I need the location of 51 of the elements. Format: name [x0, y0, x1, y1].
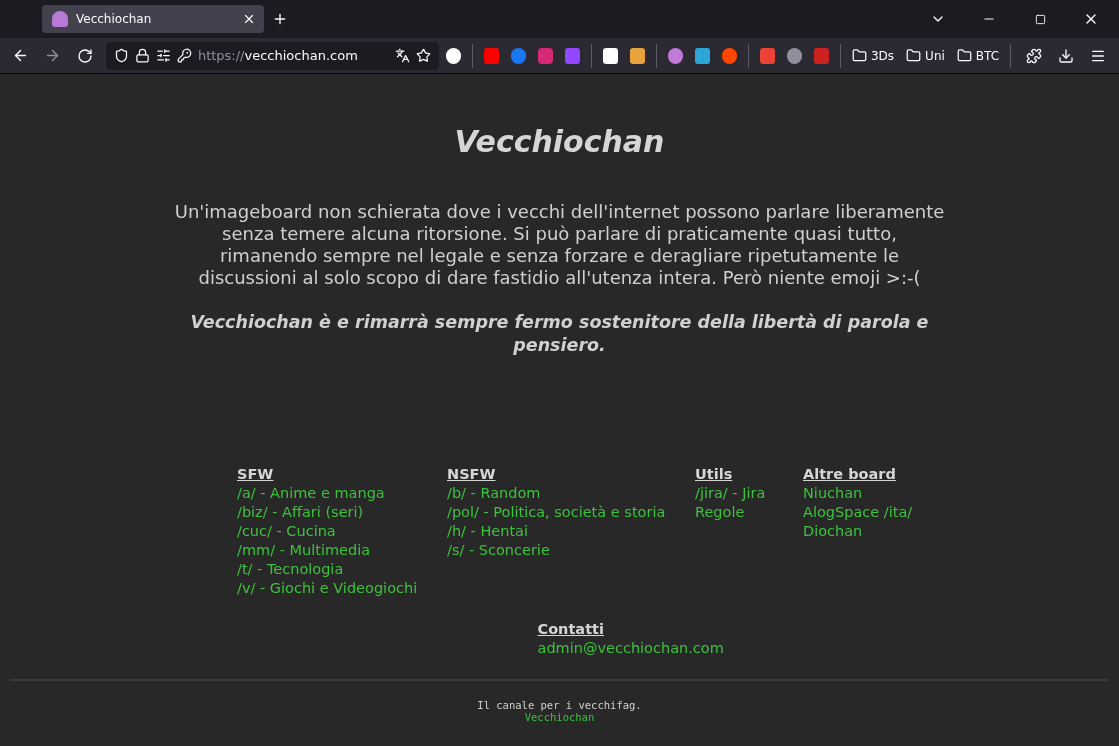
- board-link[interactable]: Diochan: [803, 522, 923, 541]
- board-link[interactable]: /biz/ - Affari (seri): [237, 503, 447, 522]
- board-link[interactable]: /jira/ - Jira: [695, 484, 803, 503]
- bookmark-folder[interactable]: Uni: [901, 43, 950, 68]
- board-link[interactable]: AlogSpace /ita/: [803, 503, 923, 522]
- folder-icon: [956, 48, 972, 63]
- site-title: Vecchiochan: [454, 124, 665, 159]
- section-heading: Utils: [695, 465, 734, 484]
- footer-tagline: Il canale per i vecchifag.: [477, 699, 642, 711]
- board-link[interactable]: /t/ - Tecnologia: [237, 560, 447, 579]
- board-link[interactable]: /v/ - Giochi e Videogiochi: [237, 579, 447, 598]
- download-icon[interactable]: [1057, 47, 1074, 64]
- board-link[interactable]: /cuc/ - Cucina: [237, 522, 447, 541]
- contact-heading: Contatti: [537, 620, 605, 639]
- bookmark-folder[interactable]: BTC: [951, 43, 1005, 68]
- folder-icon: [906, 48, 922, 63]
- extensions-icon[interactable]: [1026, 47, 1042, 64]
- bookmark-star-icon[interactable]: [416, 48, 432, 63]
- shield-icon[interactable]: [113, 48, 129, 63]
- tab-title: Vecchiochan: [76, 12, 153, 26]
- bookmark-folder[interactable]: 3Ds: [846, 43, 900, 68]
- board-link[interactable]: /pol/ - Politica, società e storia: [447, 503, 695, 522]
- bookmark-icon[interactable]: [630, 47, 646, 64]
- section-heading: SFW: [237, 465, 275, 484]
- bookmark-icon[interactable]: [603, 47, 619, 64]
- maximize-icon[interactable]: [1034, 13, 1046, 25]
- board-link[interactable]: /h/ - Hentai: [447, 522, 695, 541]
- lock-icon[interactable]: [134, 48, 150, 63]
- board-link[interactable]: /mm/ - Multimedia: [237, 541, 447, 560]
- board-link[interactable]: /a/ - Anime e manga: [237, 484, 447, 503]
- footer-link[interactable]: Vecchiochan: [524, 711, 595, 723]
- browser-tab[interactable]: Vecchiochan: [42, 5, 264, 33]
- key-icon[interactable]: [176, 48, 192, 63]
- reload-icon[interactable]: [76, 47, 93, 64]
- board-link[interactable]: Niuchan: [803, 484, 923, 503]
- url-text: https://vecchiochan.com: [197, 48, 359, 63]
- translate-icon[interactable]: [395, 48, 411, 63]
- new-tab-icon[interactable]: [272, 11, 288, 27]
- site-description: Un'imageboard non schierata dove i vecchi dell'internet possono parlare liberamente senza temere alcuna ritorsione. Si può parlare di praticamente quasi tutto, rimanendo sempre nel legale e senza forzare e deragliare ripetutamente le discussioni al solo scopo di dare fastidio all'utenza intera. Però niente emoji >:-(: [173, 201, 946, 289]
- section-heading: Altre board: [803, 465, 897, 484]
- email-link[interactable]: admin@vecchiochan.com: [537, 639, 738, 658]
- address-bar[interactable]: https://vecchiochan.com: [105, 41, 440, 70]
- section-heading: NSFW: [447, 465, 497, 484]
- permissions-icon[interactable]: [155, 48, 171, 63]
- folder-icon: [851, 48, 867, 63]
- site-motto: Vecchiochan è e rimarrà sempre fermo sostenitore della libertà di parola e pensiero.: [189, 311, 930, 357]
- bookmark-icon[interactable]: [446, 47, 462, 64]
- board-link[interactable]: /b/ - Random: [447, 484, 695, 503]
- board-link[interactable]: /s/ - Sconcerie: [447, 541, 695, 560]
- board-link[interactable]: Regole: [695, 503, 803, 522]
- close-icon[interactable]: [242, 12, 256, 26]
